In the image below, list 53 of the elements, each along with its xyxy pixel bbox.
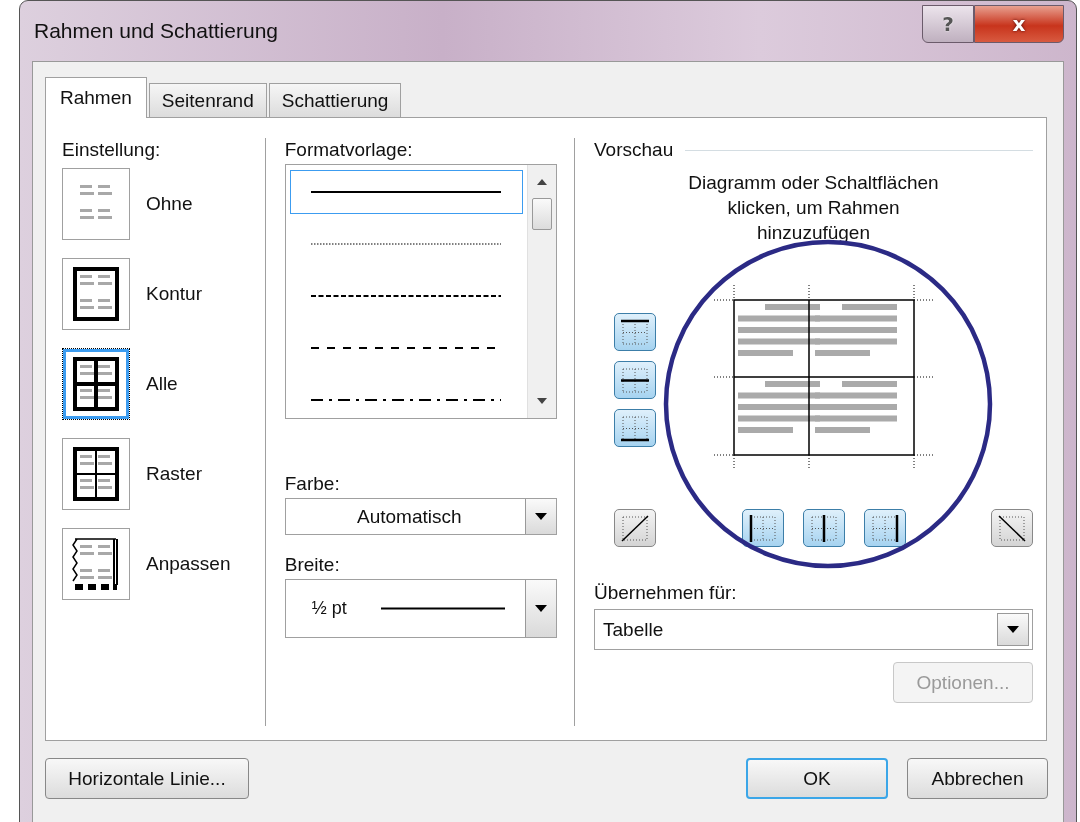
preview-label: Vorschau	[594, 138, 674, 162]
dropdown-arrow-icon	[534, 513, 547, 520]
setting-option-label: Raster	[146, 463, 202, 485]
dialog-button[interactable]: Horizontale Linie...	[45, 758, 249, 799]
apply-to-label: Übernehmen für:	[594, 581, 738, 605]
preview-hint: Diagramm oder Schaltflächen klicken, um Rahmen hinzuzufügen	[687, 171, 940, 245]
setting-option-label: Ohne	[146, 193, 193, 215]
dialog-button[interactable]: Abbrechen	[907, 758, 1048, 799]
setting-option[interactable]	[62, 438, 130, 510]
tab[interactable]: Schattierung	[268, 83, 402, 117]
window-title: Rahmen und Schattierung	[34, 19, 278, 43]
close-button[interactable]: x	[974, 5, 1064, 43]
setting-option-label: Anpassen	[146, 553, 231, 575]
scroll-up-icon[interactable]	[536, 179, 547, 185]
width-label: Breite:	[284, 553, 341, 577]
grid-border-icon	[71, 445, 121, 503]
width-dropdown[interactable]: ½ pt	[284, 579, 557, 638]
tab[interactable]: Seitenrand	[148, 83, 267, 117]
setting-option-label: Alle	[146, 373, 178, 395]
dropdown-arrow-icon	[1007, 626, 1019, 633]
tab[interactable]: Rahmen	[45, 77, 147, 118]
border-toggle-button[interactable]	[614, 409, 656, 447]
line-sample-icon	[380, 607, 505, 610]
setting-label: Einstellung:	[62, 138, 162, 162]
all-borders-icon	[71, 355, 121, 413]
border-toggle-button[interactable]	[614, 509, 656, 547]
color-label: Farbe:	[284, 472, 341, 496]
dialog-button[interactable]: OK	[746, 758, 888, 799]
border-toggle-button[interactable]	[614, 361, 656, 399]
line-style-icon	[311, 294, 502, 298]
line-style-icon	[311, 242, 502, 246]
custom-border-icon	[71, 535, 121, 593]
scrollbar[interactable]	[526, 165, 556, 418]
setting-option[interactable]	[62, 348, 130, 420]
setting-option[interactable]	[62, 528, 130, 600]
scroll-down-icon[interactable]	[536, 398, 547, 404]
border-toggle-button[interactable]	[614, 313, 656, 351]
setting-option-label: Kontur	[146, 283, 202, 305]
box-border-icon	[71, 265, 121, 323]
help-button[interactable]: ?	[922, 5, 974, 43]
line-style-icon	[311, 398, 502, 402]
border-toggle-button[interactable]	[991, 509, 1033, 547]
style-label: Formatvorlage:	[284, 138, 414, 162]
border-toggle-button[interactable]	[864, 509, 906, 547]
border-toggle-button[interactable]	[803, 509, 845, 547]
apply-to-dropdown[interactable]: Tabelle	[594, 609, 1033, 650]
color-dropdown[interactable]: Automatisch	[284, 498, 557, 535]
scroll-thumb[interactable]	[531, 198, 552, 230]
line-style-option[interactable]	[289, 170, 523, 214]
setting-option[interactable]	[62, 258, 130, 330]
line-style-icon	[311, 190, 502, 194]
dropdown-arrow-icon	[534, 605, 547, 612]
border-toggle-button[interactable]	[742, 509, 784, 547]
